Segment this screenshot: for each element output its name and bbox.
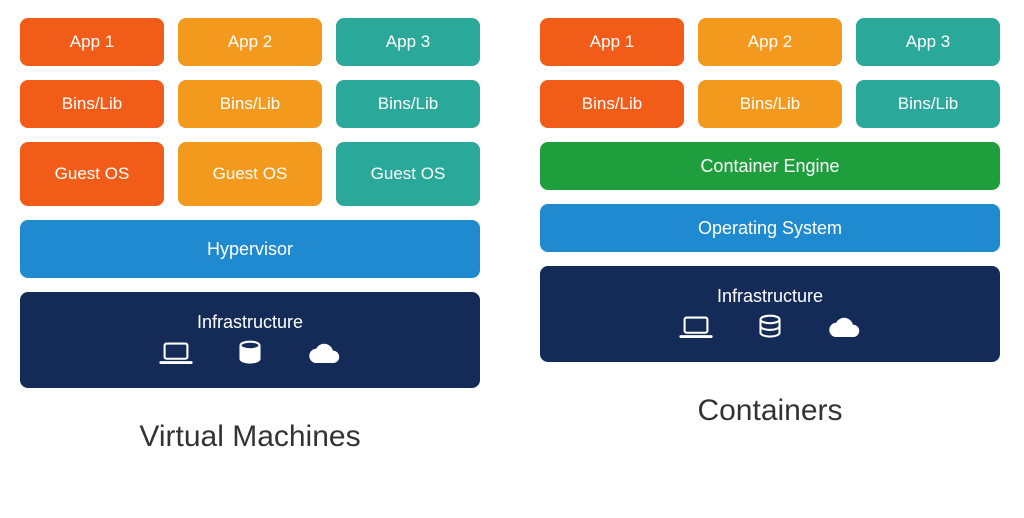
- vm-app-3: App 3: [336, 18, 480, 66]
- vm-infra-icons: [157, 339, 343, 369]
- database-icon: [751, 313, 789, 343]
- ct-bins-row: Bins/Lib Bins/Lib Bins/Lib: [540, 80, 1000, 128]
- vm-app-1: App 1: [20, 18, 164, 66]
- ct-bins-3: Bins/Lib: [856, 80, 1000, 128]
- vm-guest-1: Guest OS: [20, 142, 164, 206]
- vm-bins-3: Bins/Lib: [336, 80, 480, 128]
- cloud-icon: [825, 313, 863, 343]
- database-icon: [231, 339, 269, 369]
- vm-apps-row: App 1 App 2 App 3: [20, 18, 480, 66]
- vm-guest-row: Guest OS Guest OS Guest OS: [20, 142, 480, 206]
- vm-diagram: App 1 App 2 App 3 Bins/Lib Bins/Lib Bins…: [20, 18, 480, 518]
- vm-title: Virtual Machines: [139, 420, 360, 454]
- laptop-icon: [157, 339, 195, 369]
- laptop-icon: [677, 313, 715, 343]
- vm-hypervisor: Hypervisor: [20, 220, 480, 278]
- ct-app-1: App 1: [540, 18, 684, 66]
- vm-infrastructure: Infrastructure: [20, 292, 480, 388]
- ct-bins-2: Bins/Lib: [698, 80, 842, 128]
- vm-guest-3: Guest OS: [336, 142, 480, 206]
- ct-infra-icons: [677, 313, 863, 343]
- ct-app-2: App 2: [698, 18, 842, 66]
- vm-bins-1: Bins/Lib: [20, 80, 164, 128]
- ct-engine: Container Engine: [540, 142, 1000, 190]
- vm-bins-2: Bins/Lib: [178, 80, 322, 128]
- ct-infrastructure: Infrastructure: [540, 266, 1000, 362]
- ct-app-3: App 3: [856, 18, 1000, 66]
- vm-bins-row: Bins/Lib Bins/Lib Bins/Lib: [20, 80, 480, 128]
- vm-app-2: App 2: [178, 18, 322, 66]
- ct-infra-label: Infrastructure: [717, 286, 823, 307]
- ct-os: Operating System: [540, 204, 1000, 252]
- vm-infra-label: Infrastructure: [197, 312, 303, 333]
- cloud-icon: [305, 339, 343, 369]
- ct-title: Containers: [697, 394, 842, 428]
- ct-apps-row: App 1 App 2 App 3: [540, 18, 1000, 66]
- ct-bins-1: Bins/Lib: [540, 80, 684, 128]
- vm-guest-2: Guest OS: [178, 142, 322, 206]
- containers-diagram: App 1 App 2 App 3 Bins/Lib Bins/Lib Bins…: [540, 18, 1000, 518]
